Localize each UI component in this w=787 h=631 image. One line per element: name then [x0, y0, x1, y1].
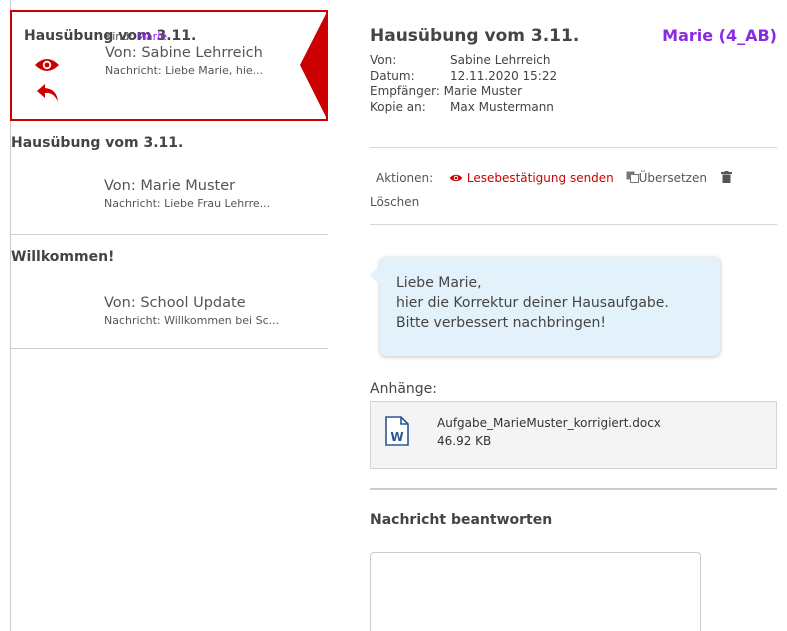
header-recipient-label: Empfänger:: [370, 84, 440, 98]
translate-label: Übersetzen: [638, 171, 707, 185]
attachment-size: 46.92 KB: [437, 434, 492, 448]
eye-icon[interactable]: [34, 57, 60, 73]
header-cc-label: Kopie an:: [370, 99, 426, 114]
attachment-item[interactable]: W Aufgabe_MarieMuster_korrigiert.docx 46…: [370, 401, 777, 469]
message-item-preview: Nachricht: Willkommen bei Sc...: [104, 314, 280, 327]
eye-icon: [449, 174, 463, 182]
divider: [370, 224, 777, 225]
message-item-meta: Von: School Update Nachricht: Willkommen…: [104, 295, 279, 327]
message-line: Liebe Marie,: [396, 275, 482, 291]
header-date-value: 12.11.2020 15:22: [450, 68, 558, 83]
actions-bar: Aktionen: Lesebestätigung senden Überset…: [370, 166, 777, 214]
message-item-preview: Nachricht: Liebe Frau Lehrre...: [104, 197, 271, 210]
message-headers: Von: Sabine Lehrreich Datum: 12.11.2020 15…: [370, 53, 557, 115]
reply-title: Nachricht beantworten: [370, 512, 553, 528]
active-arrow-indicator: [300, 10, 328, 121]
header-recipient-value: Marie Muster: [443, 84, 523, 98]
header-recipient: Empfänger: Marie Muster: [370, 84, 557, 100]
translate-button[interactable]: Übersetzen: [626, 171, 711, 185]
divider: [370, 147, 777, 148]
message-bubble: Liebe Marie, hier die Korrektur deiner H…: [370, 257, 720, 356]
read-receipt-button[interactable]: Lesebestätigung senden: [449, 171, 618, 185]
svg-text:W: W: [390, 430, 403, 444]
message-item-meta: Kind: Marie Von: Sabine Lehrreich Nachri…: [105, 28, 263, 77]
kid-label: Kind:: [105, 30, 133, 43]
delete-label: Löschen: [370, 195, 420, 209]
message-item-title: Hausübung vom 3.11.: [11, 135, 184, 151]
message-item[interactable]: Hausübung vom 3.11. Von: Marie Muster Na…: [11, 121, 328, 235]
trash-icon: [720, 171, 732, 183]
message-line: Bitte verbessert nachbringen!: [396, 315, 606, 331]
word-document-icon: W: [385, 416, 409, 446]
student-name: Marie (4_AB): [662, 26, 777, 45]
header-cc-value: Max Mustermann: [450, 99, 554, 114]
reply-textarea[interactable]: [370, 552, 701, 631]
actions-label: Aktionen:: [376, 171, 434, 185]
message-item-title: Willkommen!: [11, 249, 115, 265]
header-from-label: Von:: [370, 53, 397, 67]
message-title: Hausübung vom 3.11.: [370, 26, 580, 46]
reply-icon[interactable]: [36, 82, 60, 104]
read-receipt-label: Lesebestätigung senden: [466, 171, 614, 185]
message-item-from: Von: School Update: [104, 295, 246, 311]
message-line: hier die Korrektur deiner Hausaufgabe.: [396, 295, 669, 311]
attachments-label: Anhänge:: [370, 381, 437, 397]
header-date-label: Datum:: [370, 68, 415, 83]
header-cc: Kopie an: Max Mustermann: [370, 100, 557, 116]
message-item[interactable]: Willkommen! Von: School Update Nachricht…: [11, 235, 328, 349]
header-from: Von: Sabine Lehrreich: [370, 53, 557, 69]
divider: [370, 488, 777, 490]
message-item-meta: Von: Marie Muster Nachricht: Liebe Frau …: [104, 178, 270, 210]
header-date: Datum: 12.11.2020 15:22: [370, 69, 557, 85]
message-item-active[interactable]: Hausübung vom 3.11. Kind: Marie Von: Sab…: [10, 10, 328, 121]
translate-icon: [626, 171, 639, 183]
message-item-preview: Nachricht: Liebe Marie, hie...: [105, 64, 264, 77]
kid-name-link[interactable]: Marie: [136, 30, 167, 43]
message-list: Hausübung vom 3.11. Kind: Marie Von: Sab…: [10, 0, 328, 631]
header-from-value: Sabine Lehrreich: [450, 53, 551, 67]
attachment-filename[interactable]: Aufgabe_MarieMuster_korrigiert.docx: [437, 416, 661, 430]
message-item-from: Von: Marie Muster: [104, 178, 236, 194]
message-item-from: Von: Sabine Lehrreich: [105, 45, 263, 61]
